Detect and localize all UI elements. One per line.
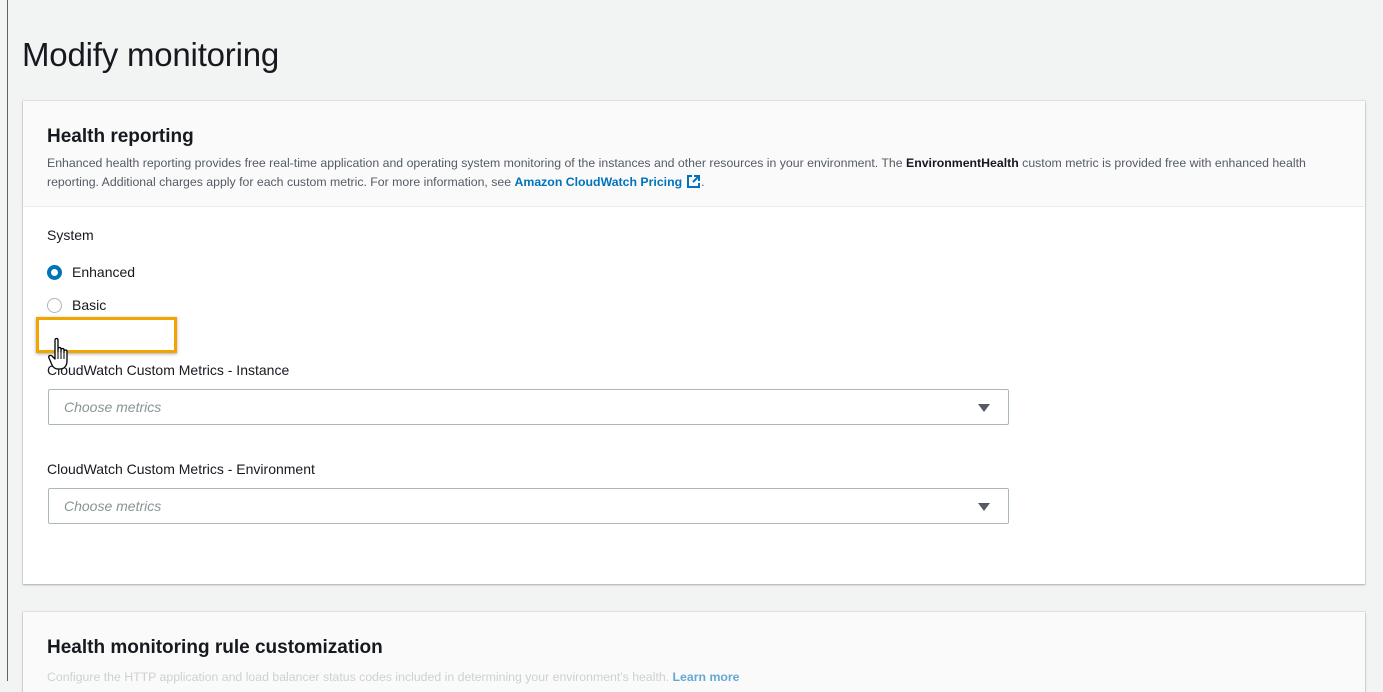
hand-pointer-cursor-icon — [47, 336, 73, 381]
cloudwatch-pricing-link[interactable]: Amazon CloudWatch Pricing — [515, 175, 683, 189]
rule-customization-description: Configure the HTTP application and load … — [47, 670, 740, 684]
system-label: System — [47, 227, 94, 243]
radio-basic-unselected[interactable] — [47, 297, 62, 313]
rule-customization-panel: Health monitoring rule customization Con… — [23, 612, 1365, 692]
radio-enhanced-selected[interactable] — [47, 264, 62, 280]
environment-metrics-placeholder: Choose metrics — [64, 498, 162, 514]
health-reporting-header: Health reporting Enhanced health reporti… — [23, 101, 1365, 207]
environment-metrics-select[interactable]: Choose metrics — [48, 488, 1009, 524]
page-title: Modify monitoring — [22, 36, 280, 73]
instance-metrics-select[interactable]: Choose metrics — [48, 389, 1009, 425]
learn-more-link[interactable]: Learn more — [673, 670, 740, 684]
radio-enhanced-label: Enhanced — [72, 264, 136, 280]
health-reporting-description: Enhanced health reporting provides free … — [47, 154, 1347, 195]
external-link-icon[interactable] — [686, 174, 701, 195]
instance-metrics-label: CloudWatch Custom Metrics - Instance — [47, 362, 290, 378]
health-reporting-title: Health reporting — [47, 126, 194, 147]
health-reporting-panel: Health reporting Enhanced health reporti… — [23, 101, 1365, 584]
environment-metrics-label: CloudWatch Custom Metrics - Environment — [47, 461, 315, 477]
rule-customization-title: Health monitoring rule customization — [47, 637, 383, 658]
caret-down-icon — [978, 404, 990, 412]
radio-option-enhanced[interactable]: Enhanced — [47, 264, 135, 280]
radio-option-basic[interactable]: Basic — [47, 297, 106, 313]
instance-metrics-placeholder: Choose metrics — [64, 399, 162, 415]
caret-down-icon — [978, 503, 990, 511]
environment-health-metric-name: EnvironmentHealth — [906, 156, 1019, 170]
window-frame-edge — [7, 0, 8, 681]
radio-basic-label: Basic — [72, 297, 107, 313]
